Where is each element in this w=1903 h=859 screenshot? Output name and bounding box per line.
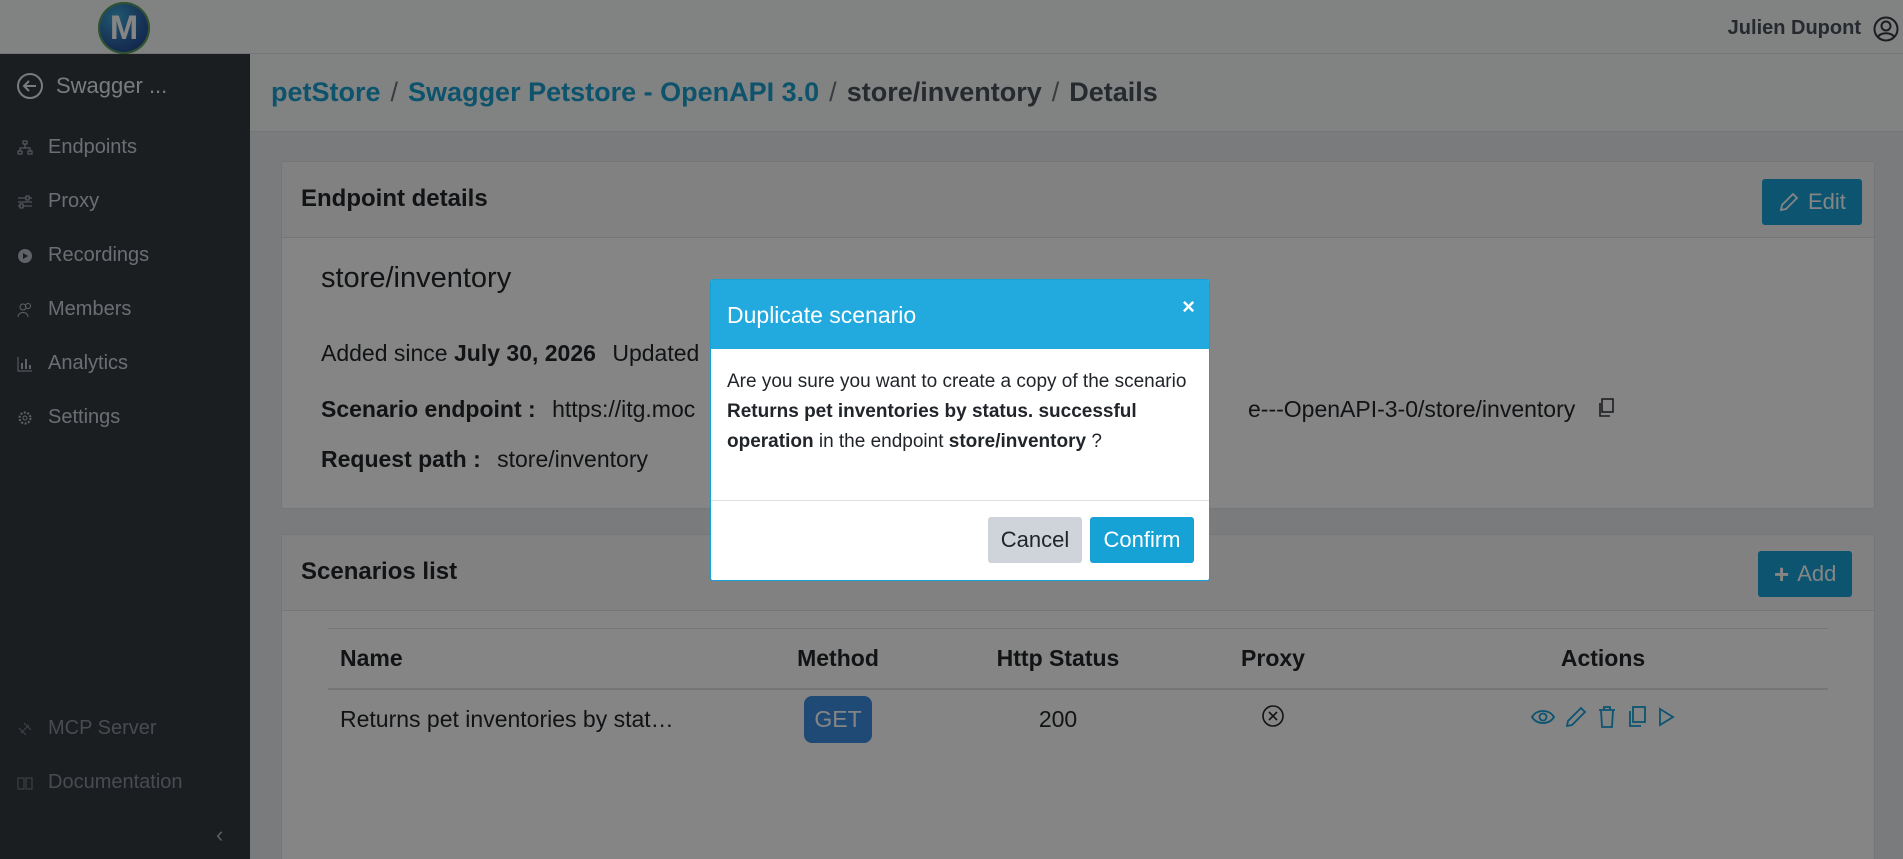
modal-text: in the endpoint xyxy=(813,431,949,452)
modal-endpoint-name: store/inventory xyxy=(948,431,1087,452)
modal-header: Duplicate scenario × xyxy=(711,280,1209,349)
close-icon[interactable]: × xyxy=(1182,294,1195,320)
modal-body: Are you sure you want to create a copy o… xyxy=(711,349,1209,501)
modal-text: ? xyxy=(1086,431,1102,452)
duplicate-scenario-modal: Duplicate scenario × Are you sure you wa… xyxy=(710,279,1210,581)
modal-title: Duplicate scenario xyxy=(727,302,917,328)
cancel-button[interactable]: Cancel xyxy=(988,517,1082,563)
confirm-button[interactable]: Confirm xyxy=(1090,517,1194,563)
modal-text: Are you sure you want to create a copy o… xyxy=(727,371,1187,392)
modal-footer: Cancel Confirm xyxy=(711,501,1209,580)
